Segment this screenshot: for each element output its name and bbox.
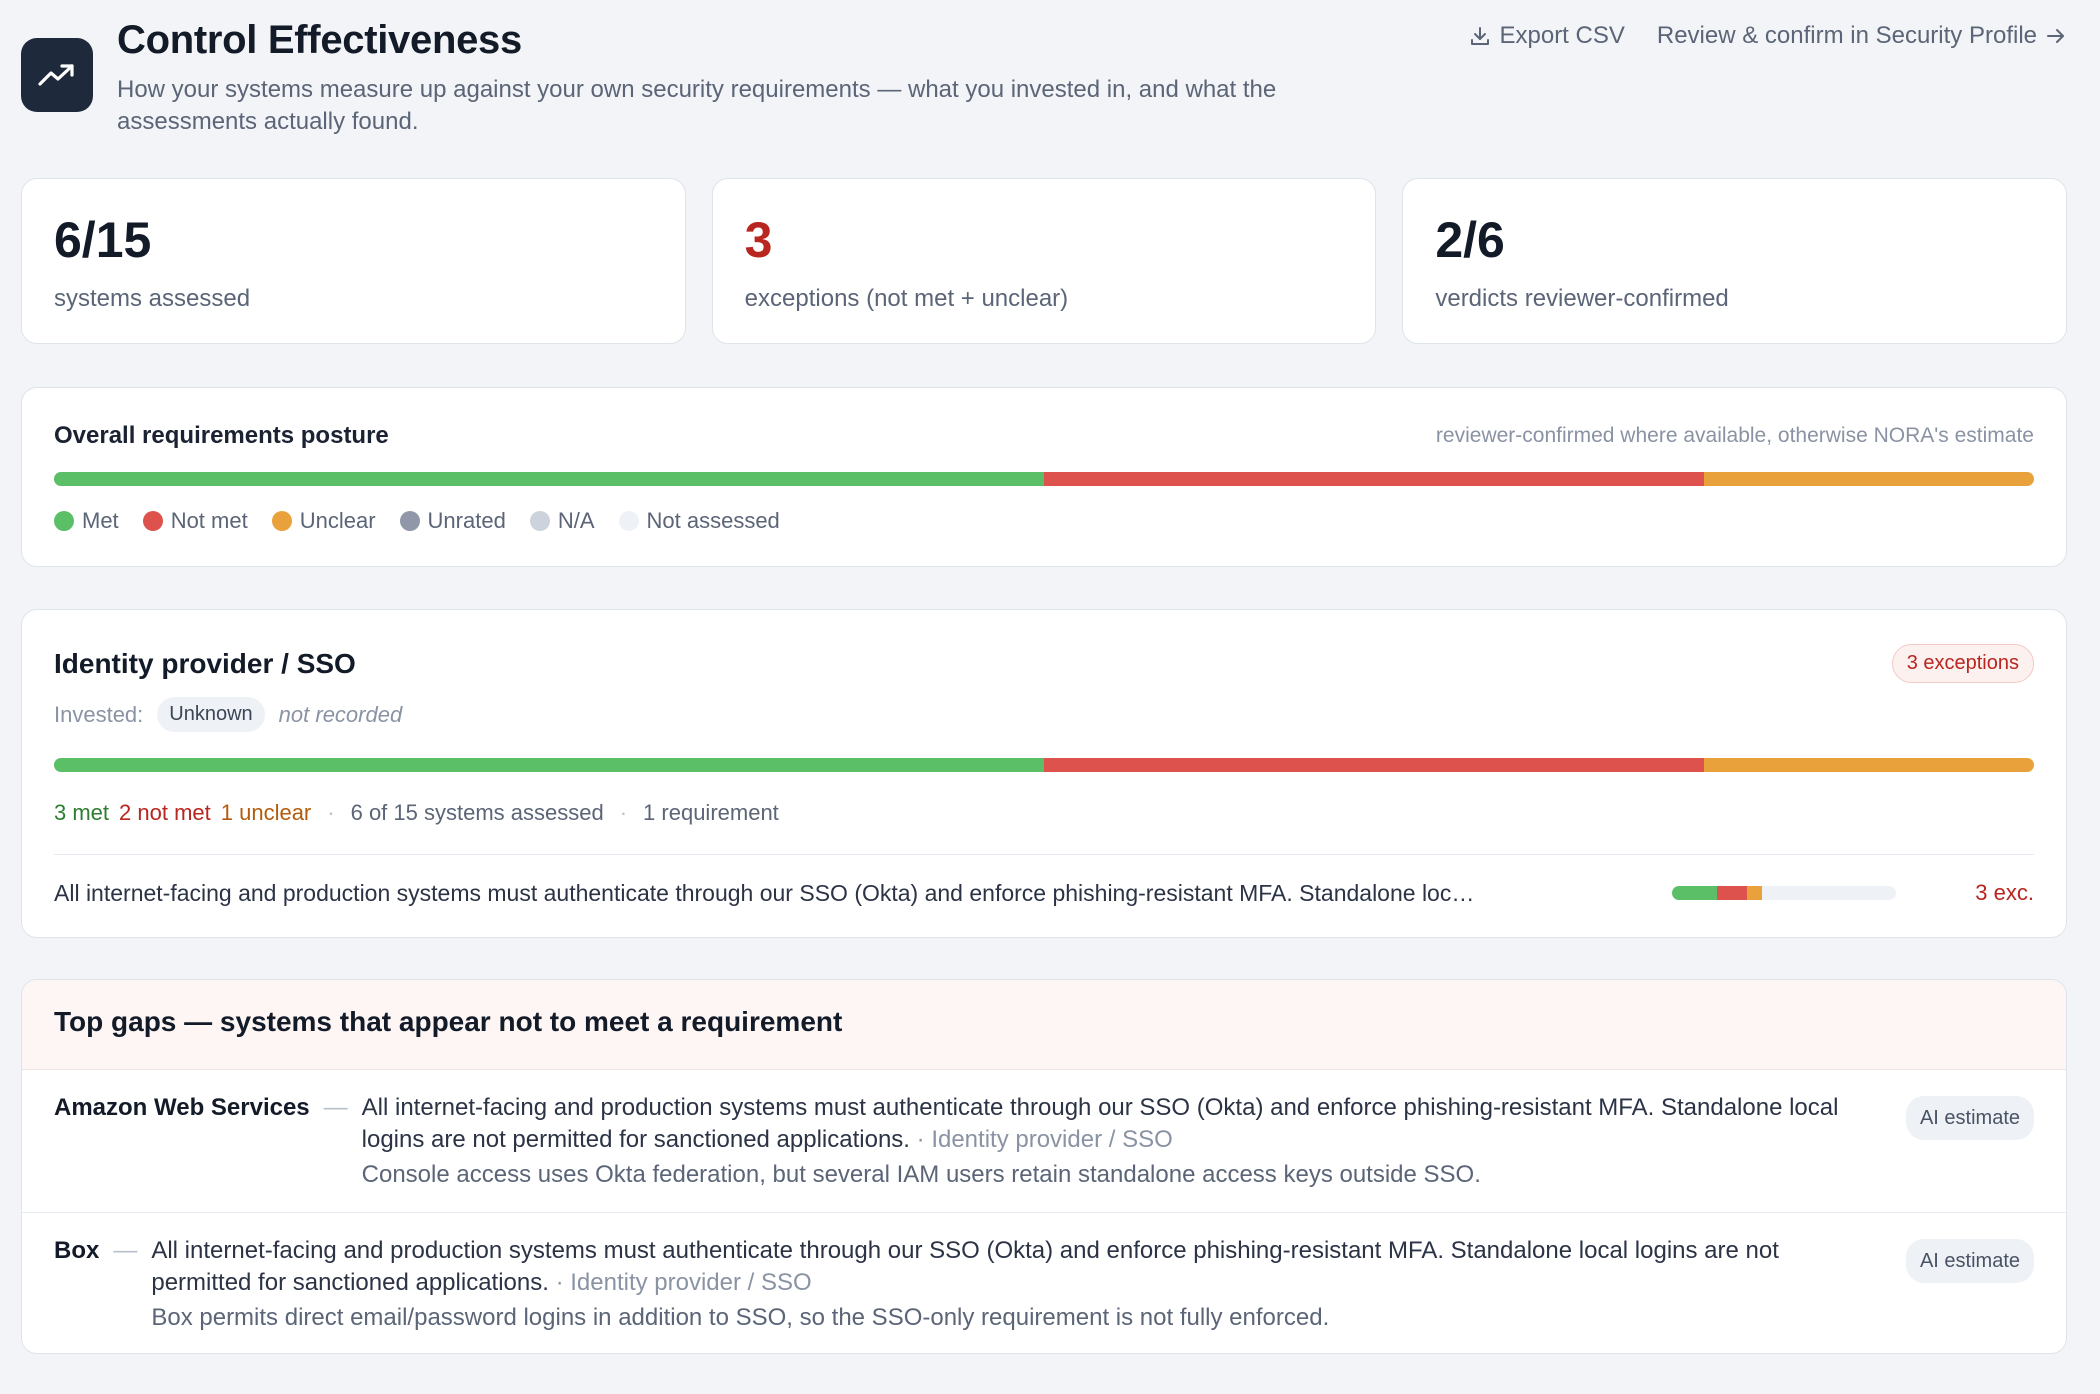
- control-effectiveness-page: Control Effectiveness How your systems m…: [21, 0, 2068, 1354]
- requirement-count: 1 requirement: [643, 800, 779, 825]
- gap-row[interactable]: Box — All internet-facing and production…: [22, 1212, 2066, 1353]
- count-not-met: 2 not met: [119, 800, 211, 825]
- export-csv-label: Export CSV: [1499, 22, 1625, 49]
- requirement-mini-bar: [1672, 886, 1896, 900]
- legend-dot-not-assessed: [618, 511, 639, 531]
- requirement-group-card: Identity provider / SSO 3 exceptions Inv…: [21, 609, 2067, 938]
- legend-item-na: N/A: [529, 508, 595, 534]
- posture-note: reviewer-confirmed where available, othe…: [1435, 424, 2034, 447]
- stat-card-exceptions: 3 exceptions (not met + unclear): [711, 178, 1377, 344]
- trending-up-icon: [21, 38, 93, 112]
- page-subtitle: How your systems measure up against your…: [117, 76, 1277, 135]
- group-counts: 3 met 2 not met 1 unclear · 6 of 15 syst…: [54, 800, 2034, 826]
- gap-separator: —: [113, 1237, 138, 1264]
- legend-label: Met: [82, 508, 119, 533]
- bar-segment-met: [54, 472, 1044, 486]
- requirement-text: All internet-facing and production syste…: [54, 879, 1475, 906]
- separator-dot: ·: [619, 800, 628, 825]
- invested-label: Invested:: [54, 701, 144, 727]
- invested-note: not recorded: [278, 701, 403, 727]
- gap-category: · Identity provider / SSO: [548, 1269, 812, 1296]
- legend-item-unclear: Unclear: [271, 508, 376, 534]
- gap-row[interactable]: Amazon Web Services — All internet-facin…: [22, 1070, 2066, 1212]
- invested-row: Invested: Unknown not recorded: [54, 697, 2034, 732]
- top-gaps-card: Top gaps — systems that appear not to me…: [21, 979, 2067, 1354]
- posture-title: Overall requirements posture: [54, 422, 389, 449]
- gap-finding: Console access uses Okta federation, but…: [361, 1161, 1481, 1188]
- legend-item-met: Met: [54, 508, 119, 534]
- bar-segment-met: [54, 758, 1044, 772]
- count-unclear: 1 unclear: [220, 800, 312, 825]
- ai-estimate-badge: AI estimate: [1905, 1239, 2034, 1283]
- gap-system-name: Amazon Web Services: [54, 1094, 310, 1121]
- legend-label: Not assessed: [646, 508, 780, 533]
- download-icon: [1469, 25, 1491, 47]
- bar-segment-not-met: [1716, 886, 1747, 900]
- stat-label: systems assessed: [54, 285, 251, 312]
- legend-dot-unclear: [271, 511, 292, 531]
- summary-stats: 6/15 systems assessed 3 exceptions (not …: [21, 178, 2068, 344]
- legend-item-not-met: Not met: [142, 508, 248, 534]
- legend-item-not-assessed: Not assessed: [618, 508, 780, 534]
- gap-finding: Box permits direct email/password logins…: [151, 1304, 1330, 1331]
- exceptions-badge[interactable]: 3 exceptions: [1891, 644, 2034, 683]
- stat-value: 3: [744, 212, 773, 268]
- bar-segment-not-met: [1044, 472, 1704, 486]
- group-title: Identity provider / SSO: [54, 647, 356, 679]
- gap-system-name: Box: [54, 1237, 100, 1264]
- gap-category: · Identity provider / SSO: [909, 1126, 1173, 1153]
- stat-card-verdicts-confirmed: 2/6 verdicts reviewer-confirmed: [1402, 178, 2068, 344]
- legend-label: Unrated: [427, 508, 506, 533]
- group-bar: [54, 758, 2034, 772]
- legend-dot-na: [529, 511, 550, 531]
- legend-item-unrated: Unrated: [399, 508, 506, 534]
- count-met: 3 met: [54, 800, 110, 825]
- separator-dot: ·: [327, 800, 335, 825]
- page-title: Control Effectiveness: [117, 18, 522, 62]
- review-security-profile-link[interactable]: Review & confirm in Security Profile: [1657, 22, 2067, 50]
- legend-label: N/A: [557, 508, 595, 533]
- review-security-profile-label: Review & confirm in Security Profile: [1656, 22, 2037, 49]
- header-actions: Export CSV Review & confirm in Security …: [1469, 22, 2067, 50]
- bar-segment-unclear: [1746, 886, 1762, 900]
- legend-dot-met: [54, 511, 74, 531]
- stat-label: verdicts reviewer-confirmed: [1435, 285, 1729, 312]
- invested-value-badge: Unknown: [157, 697, 265, 732]
- legend-dot-not-met: [142, 511, 163, 531]
- top-gaps-title: Top gaps — systems that appear not to me…: [22, 980, 2066, 1070]
- stat-card-systems-assessed: 6/15 systems assessed: [21, 178, 686, 344]
- gap-requirement: All internet-facing and production syste…: [151, 1237, 1779, 1296]
- legend-label: Unclear: [299, 508, 376, 533]
- requirement-row[interactable]: All internet-facing and production syste…: [54, 855, 2034, 931]
- gap-separator: —: [323, 1094, 348, 1121]
- systems-assessed-count: 6 of 15 systems assessed: [350, 800, 604, 825]
- bar-segment-not-met: [1044, 758, 1704, 772]
- legend-label: Not met: [170, 508, 248, 533]
- export-csv-button[interactable]: Export CSV: [1469, 22, 1625, 50]
- arrow-right-icon: [2045, 25, 2067, 47]
- page-header: Control Effectiveness How your systems m…: [21, 0, 2067, 170]
- posture-bar: [54, 472, 2034, 486]
- bar-segment-unclear: [1704, 758, 2034, 772]
- legend-dot-unrated: [399, 511, 420, 531]
- stat-value: 6/15: [54, 212, 152, 268]
- posture-legend: Met Not met Unclear Unrated N/A Not asse…: [54, 508, 2034, 534]
- ai-estimate-badge: AI estimate: [1905, 1096, 2034, 1140]
- stat-label: exceptions (not met + unclear): [744, 285, 1069, 312]
- overall-posture-card: Overall requirements posture reviewer-co…: [21, 387, 2067, 567]
- bar-segment-unclear: [1704, 472, 2034, 486]
- requirement-exceptions: 3 exc.: [1975, 880, 2034, 905]
- stat-value: 2/6: [1435, 212, 1505, 268]
- bar-segment-met: [1672, 886, 1717, 900]
